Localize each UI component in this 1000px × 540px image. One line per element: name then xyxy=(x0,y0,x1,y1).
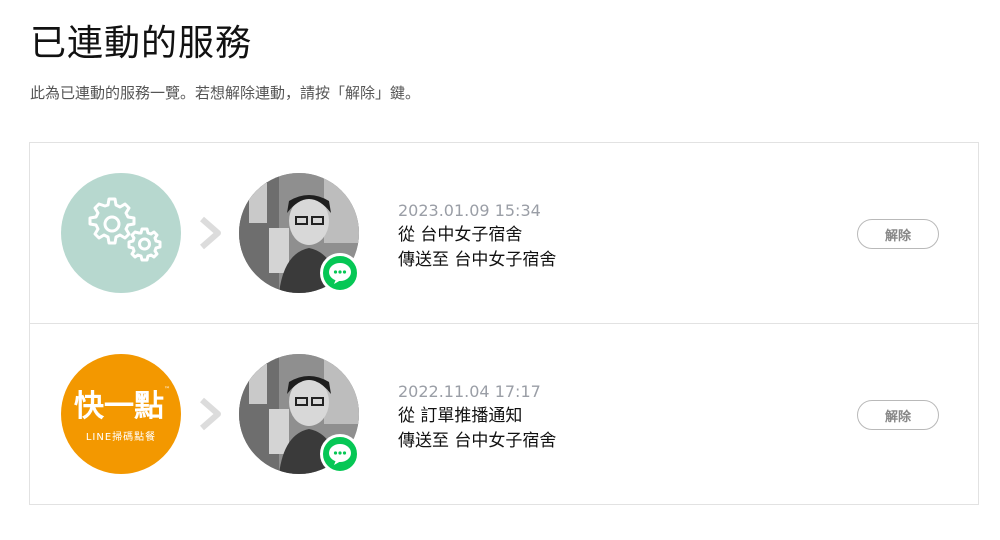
service-info: 2022.11.04 17:17 從 訂單推播通知 傳送至 台中女子宿舍 xyxy=(398,379,556,454)
from-name: 台中女子宿舍 xyxy=(420,225,523,245)
service-icon: 快一點 ™ LINE掃碼點餐 xyxy=(61,354,181,474)
arrow-right-icon xyxy=(200,397,221,431)
unlink-button[interactable]: 解除 xyxy=(857,219,939,249)
linked-services-page: 已連動的服務 此為已連動的服務一覽。若想解除連動，請按「解除」鍵。 2023.0… xyxy=(0,0,1000,540)
to-name: 台中女子宿舍 xyxy=(454,250,557,270)
link-timestamp: 2022.11.04 17:17 xyxy=(398,382,541,401)
linked-service-row: 快一點 ™ LINE掃碼點餐 2022.11.04 17:17 從 訂單推播通知… xyxy=(30,324,978,505)
link-timestamp: 2023.01.09 15:34 xyxy=(398,201,541,220)
from-prefix: 從 xyxy=(398,225,415,245)
to-name: 台中女子宿舍 xyxy=(454,431,557,451)
line-chat-badge xyxy=(320,253,360,293)
page-description: 此為已連動的服務一覽。若想解除連動，請按「解除」鍵。 xyxy=(30,84,421,102)
to-prefix: 傳送至 xyxy=(398,431,449,451)
service-icon xyxy=(61,173,181,293)
brand-logo: 快一點 ™ LINE掃碼點餐 xyxy=(74,386,170,443)
unlink-button[interactable]: 解除 xyxy=(857,400,939,430)
from-name: 訂單推播通知 xyxy=(420,406,523,426)
brand-name: 快一點 xyxy=(74,389,164,424)
svg-text:™: ™ xyxy=(164,386,170,393)
to-prefix: 傳送至 xyxy=(398,250,449,270)
chat-bubble-icon xyxy=(329,263,351,284)
to-line: 傳送至 台中女子宿舍 xyxy=(398,248,556,273)
linked-services-list: 2023.01.09 15:34 從 台中女子宿舍 傳送至 台中女子宿舍 解除 … xyxy=(29,142,979,505)
to-line: 傳送至 台中女子宿舍 xyxy=(398,429,556,454)
brand-subtitle: LINE掃碼點餐 xyxy=(86,430,156,443)
page-title: 已連動的服務 xyxy=(30,23,253,64)
gears-icon xyxy=(88,197,162,262)
line-chat-badge xyxy=(320,434,360,474)
linked-service-row: 2023.01.09 15:34 從 台中女子宿舍 傳送至 台中女子宿舍 解除 xyxy=(30,143,978,324)
chat-bubble-icon xyxy=(329,444,351,465)
from-line: 從 訂單推播通知 xyxy=(398,404,556,429)
from-line: 從 台中女子宿舍 xyxy=(398,223,556,248)
service-info: 2023.01.09 15:34 從 台中女子宿舍 傳送至 台中女子宿舍 xyxy=(398,198,556,273)
from-prefix: 從 xyxy=(398,406,415,426)
arrow-right-icon xyxy=(200,216,221,250)
